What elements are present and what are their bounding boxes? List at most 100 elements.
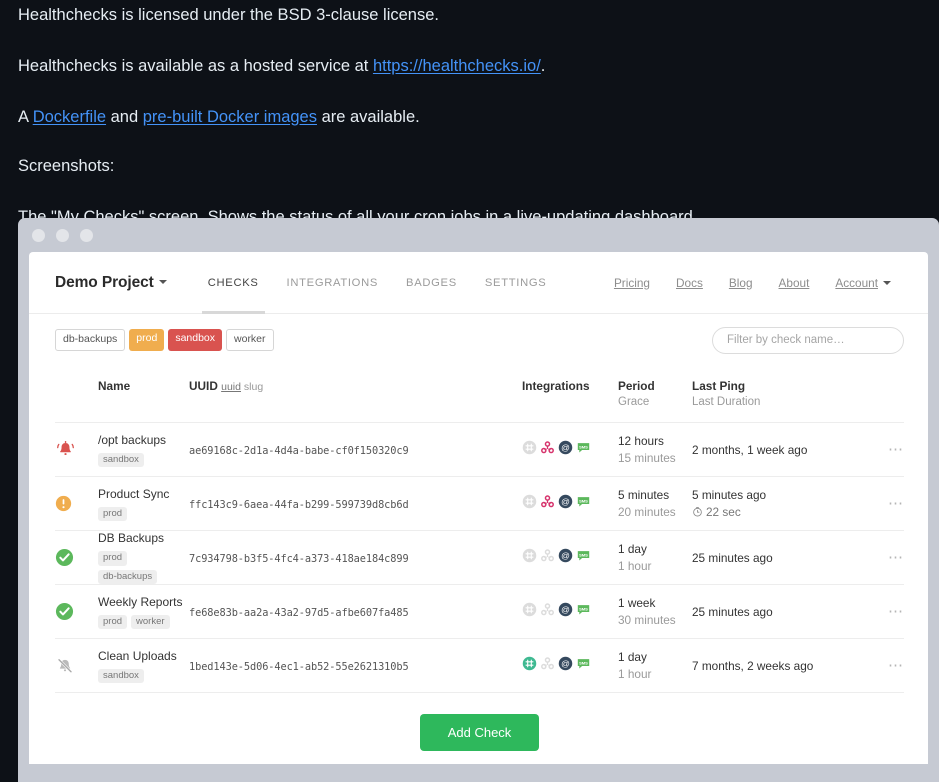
row-actions-menu[interactable]: ⋯ bbox=[864, 603, 904, 621]
window-maximize-dot-icon bbox=[80, 228, 93, 242]
nav-link-docs[interactable]: Docs bbox=[663, 276, 716, 290]
ellipsis-icon[interactable]: ⋯ bbox=[888, 549, 904, 566]
tag-filter-sandbox[interactable]: sandbox bbox=[168, 329, 223, 351]
row-name[interactable]: DB Backups bbox=[98, 531, 189, 547]
ellipsis-icon[interactable]: ⋯ bbox=[888, 441, 904, 458]
integration-email-icon[interactable]: @ bbox=[558, 602, 573, 622]
row-period: 12 hours bbox=[618, 434, 664, 449]
project-switcher[interactable]: Demo Project bbox=[55, 274, 167, 292]
row-grace: 30 minutes bbox=[618, 612, 676, 627]
table-row[interactable]: Weekly Reports prod worker fe68e83b-aa2a-43… bbox=[55, 585, 904, 640]
row-tag[interactable]: prod bbox=[98, 614, 128, 630]
table-row[interactable]: /opt backups sandbox ae69168c-2d1a-4d4a-ba… bbox=[55, 423, 904, 478]
svg-text:SMS: SMS bbox=[579, 498, 588, 503]
row-status[interactable] bbox=[55, 439, 98, 460]
tag-filter-prod[interactable]: prod bbox=[129, 329, 165, 351]
integration-pushbullet-icon[interactable] bbox=[540, 494, 555, 514]
row-status[interactable] bbox=[55, 495, 98, 512]
integration-sms-icon[interactable]: SMS bbox=[576, 548, 591, 568]
integration-slack-icon[interactable] bbox=[522, 656, 537, 676]
ellipsis-icon[interactable]: ⋯ bbox=[888, 603, 904, 620]
row-status[interactable] bbox=[55, 656, 98, 676]
integration-email-icon[interactable]: @ bbox=[558, 548, 573, 568]
tag-filter-worker[interactable]: worker bbox=[226, 329, 274, 351]
row-status[interactable] bbox=[55, 602, 98, 621]
row-uuid[interactable]: ffc143c9-6aea-44fa-b299-599739d8cb6d bbox=[189, 499, 409, 511]
tab-integrations-label: INTEGRATIONS bbox=[286, 276, 379, 289]
integration-slack-icon[interactable] bbox=[522, 602, 537, 622]
tab-badges[interactable]: BADGES bbox=[392, 252, 471, 314]
integration-pushbullet-icon[interactable] bbox=[540, 440, 555, 460]
row-actions-menu[interactable]: ⋯ bbox=[864, 549, 904, 567]
integration-slack-icon[interactable] bbox=[522, 494, 537, 514]
row-tag[interactable]: worker bbox=[131, 614, 170, 630]
integration-sms-icon[interactable]: SMS bbox=[576, 494, 591, 514]
integration-sms-icon[interactable]: SMS bbox=[576, 602, 591, 622]
row-uuid[interactable]: 1bed143e-5d06-4ec1-ab52-55e2621310b5 bbox=[189, 661, 409, 673]
uuid-slug-toggle[interactable]: uuid slug bbox=[221, 381, 263, 393]
integration-pushbullet-icon[interactable] bbox=[540, 548, 555, 568]
header-last-ping: Last Ping Last Duration bbox=[692, 379, 864, 410]
header-last-duration-label: Last Duration bbox=[692, 395, 761, 408]
header-name: Name bbox=[98, 379, 189, 395]
row-period-cell: 12 hours 15 minutes bbox=[618, 433, 692, 466]
integration-pushbullet-icon[interactable] bbox=[540, 656, 555, 676]
row-uuid[interactable]: 7c934798-b3f5-4fc4-a373-418ae184c899 bbox=[189, 553, 409, 565]
search-input[interactable] bbox=[712, 326, 904, 354]
row-actions-menu[interactable]: ⋯ bbox=[864, 495, 904, 513]
table-row[interactable]: Clean Uploads sandbox 1bed143e-5d06-4ec1-a… bbox=[55, 639, 904, 694]
account-label: Account bbox=[835, 275, 878, 290]
row-name[interactable]: Clean Uploads bbox=[98, 649, 189, 665]
toggle-uuid-option[interactable]: uuid bbox=[221, 381, 241, 393]
integration-pushbullet-icon[interactable] bbox=[540, 602, 555, 622]
row-name[interactable]: Weekly Reports bbox=[98, 595, 189, 611]
nav-link-about[interactable]: About bbox=[766, 276, 823, 290]
row-uuid[interactable]: ae69168c-2d1a-4d4a-babe-cf0f150320c9 bbox=[189, 445, 409, 457]
account-menu[interactable]: Account bbox=[822, 276, 904, 290]
integration-slack-icon[interactable] bbox=[522, 440, 537, 460]
row-uuid-cell: fe68e83b-aa2a-43a2-97d5-afbe607fa485 bbox=[189, 603, 522, 621]
status-grace-icon bbox=[55, 496, 72, 512]
row-name[interactable]: /opt backups bbox=[98, 433, 189, 449]
row-tag[interactable]: prod bbox=[98, 506, 128, 522]
tab-checks[interactable]: CHECKS bbox=[194, 252, 273, 314]
ellipsis-icon[interactable]: ⋯ bbox=[888, 495, 904, 512]
stopwatch-icon bbox=[693, 507, 702, 517]
tag-filter-db-backups[interactable]: db-backups bbox=[55, 329, 126, 351]
row-actions-menu[interactable]: ⋯ bbox=[864, 657, 904, 675]
row-tag[interactable]: sandbox bbox=[98, 668, 144, 684]
prebuilt-docker-images-link[interactable]: pre-built Docker images bbox=[143, 108, 317, 126]
row-tag-list: sandbox bbox=[98, 452, 189, 468]
ellipsis-icon[interactable]: ⋯ bbox=[888, 657, 904, 674]
table-row[interactable]: DB Backups prod db-backups 7c934798-b3f5-4f… bbox=[55, 531, 904, 586]
integration-sms-icon[interactable]: SMS bbox=[576, 440, 591, 460]
checks-table: Name UUID uuid slug Integrations Period … bbox=[29, 366, 928, 752]
row-tag[interactable]: prod bbox=[98, 551, 128, 566]
add-check-button[interactable]: Add Check bbox=[419, 714, 540, 752]
integration-email-icon[interactable]: @ bbox=[558, 656, 573, 676]
integration-slack-icon[interactable] bbox=[522, 548, 537, 568]
row-tag[interactable]: sandbox bbox=[98, 452, 144, 468]
integration-email-icon[interactable]: @ bbox=[558, 440, 573, 460]
integration-sms-icon[interactable]: SMS bbox=[576, 656, 591, 676]
tab-integrations[interactable]: INTEGRATIONS bbox=[273, 252, 392, 314]
row-last-ping-cell: 5 minutes ago 22 sec bbox=[692, 487, 864, 520]
table-row[interactable]: Product Sync prod ffc143c9-6aea-44fa-b299-… bbox=[55, 477, 904, 532]
integration-email-icon[interactable]: @ bbox=[558, 494, 573, 514]
row-uuid[interactable]: fe68e83b-aa2a-43a2-97d5-afbe607fa485 bbox=[189, 607, 409, 619]
row-actions-menu[interactable]: ⋯ bbox=[864, 441, 904, 459]
nav-link-blog[interactable]: Blog bbox=[716, 276, 766, 290]
row-status[interactable] bbox=[55, 548, 98, 567]
dockerfile-link[interactable]: Dockerfile bbox=[33, 108, 106, 126]
row-integrations: @ SMS bbox=[522, 494, 618, 514]
row-period-cell: 1 day 1 hour bbox=[618, 541, 692, 574]
hosted-prefix-text: Healthchecks is available as a hosted se… bbox=[18, 57, 373, 76]
row-tag[interactable]: db-backups bbox=[98, 569, 158, 585]
tab-settings[interactable]: SETTINGS bbox=[471, 252, 561, 314]
toggle-slug-option[interactable]: slug bbox=[244, 381, 263, 393]
nav-link-pricing[interactable]: Pricing bbox=[601, 276, 663, 290]
docker-prefix-text: A bbox=[18, 107, 33, 126]
healthchecks-io-link[interactable]: https://healthchecks.io/ bbox=[373, 57, 541, 75]
row-name[interactable]: Product Sync bbox=[98, 487, 189, 503]
row-last-ping-cell: 2 months, 1 week ago bbox=[692, 442, 864, 459]
